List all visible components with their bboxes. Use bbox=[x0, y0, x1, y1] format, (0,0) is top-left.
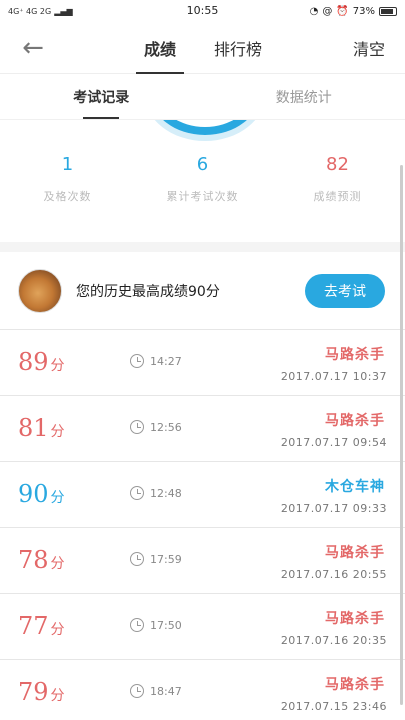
record-score: 78 分 bbox=[18, 546, 65, 574]
record-duration-value: 18:47 bbox=[150, 684, 182, 698]
clear-button[interactable]: 清空 bbox=[353, 22, 385, 74]
clock-icon bbox=[130, 552, 144, 566]
list-item[interactable]: 89 分 14:27 马路杀手 2017.07.17 10:37 bbox=[0, 330, 405, 396]
tab-exam-records[interactable]: 考试记录 bbox=[0, 74, 203, 119]
header-tabs: 成绩 排行榜 bbox=[136, 22, 270, 74]
record-date: 2017.07.16 20:35 bbox=[280, 634, 387, 647]
stat-total-exams-label: 累计考试次数 bbox=[166, 190, 239, 203]
clock-icon bbox=[130, 486, 144, 500]
sub-tabs: 考试记录 数据统计 bbox=[0, 74, 405, 120]
best-score-text: 您的历史最高成绩90分 bbox=[76, 283, 220, 300]
stat-pass-count-value: 1 bbox=[61, 154, 74, 175]
record-date: 2017.07.17 09:33 bbox=[280, 502, 387, 515]
battery-percent: 73% bbox=[352, 5, 375, 17]
section-divider bbox=[0, 242, 405, 252]
score-gauge-arc bbox=[150, 120, 260, 135]
stat-predicted-score-label: 成绩预测 bbox=[313, 190, 362, 203]
record-title: 马路杀手 bbox=[325, 677, 385, 693]
record-title: 马路杀手 bbox=[325, 545, 385, 561]
record-score-unit: 分 bbox=[50, 622, 65, 638]
at-icon: @ bbox=[322, 5, 333, 17]
record-score: 77 分 bbox=[18, 612, 65, 640]
clock-icon bbox=[130, 684, 144, 698]
alarm-icon: ⏰ bbox=[336, 5, 349, 17]
stat-pass-count: 1 及格次数 bbox=[0, 142, 135, 242]
list-item[interactable]: 77 分 17:50 马路杀手 2017.07.16 20:35 bbox=[0, 594, 405, 660]
record-score-value: 81 bbox=[18, 414, 49, 442]
tab-leaderboard[interactable]: 排行榜 bbox=[206, 22, 270, 74]
status-bar: 4G⁺ 4G 2G ▂▄▆ 10:55 ◔ @ ⏰ 73% bbox=[0, 0, 405, 22]
stat-predicted-score-value: 82 bbox=[326, 154, 349, 175]
record-date: 2017.07.17 10:37 bbox=[280, 370, 387, 383]
record-score: 90 分 bbox=[18, 480, 65, 508]
stat-total-exams: 6 累计考试次数 bbox=[135, 142, 270, 242]
record-duration-value: 12:48 bbox=[150, 486, 182, 500]
record-title: 马路杀手 bbox=[325, 413, 385, 429]
signal-icon: ▂▄▆ bbox=[54, 6, 73, 16]
list-item[interactable]: 79 分 18:47 马路杀手 2017.07.15 23:46 bbox=[0, 660, 405, 720]
record-date: 2017.07.17 09:54 bbox=[280, 436, 387, 449]
record-score-unit: 分 bbox=[50, 490, 65, 506]
start-exam-button[interactable]: 去考试 bbox=[305, 274, 385, 308]
record-duration-value: 14:27 bbox=[150, 354, 182, 368]
record-title: 马路杀手 bbox=[325, 611, 385, 627]
record-date: 2017.07.15 23:46 bbox=[280, 700, 387, 713]
record-score-unit: 分 bbox=[50, 424, 65, 440]
exam-record-list: 89 分 14:27 马路杀手 2017.07.17 10:37 81 分 12:5… bbox=[0, 330, 405, 720]
stat-total-exams-value: 6 bbox=[196, 154, 209, 175]
record-score-unit: 分 bbox=[50, 358, 65, 374]
record-score-value: 77 bbox=[18, 612, 49, 640]
clock-icon bbox=[130, 354, 144, 368]
record-score-unit: 分 bbox=[50, 688, 65, 704]
avatar bbox=[18, 268, 62, 313]
back-button[interactable]: ← bbox=[16, 32, 50, 64]
clock-icon bbox=[130, 618, 144, 632]
network-indicators: 4G⁺ 4G 2G ▂▄▆ bbox=[8, 7, 73, 16]
status-icons: ◔ @ ⏰ 73% bbox=[310, 6, 397, 17]
record-duration: 14:27 bbox=[130, 354, 182, 368]
battery-icon bbox=[379, 6, 397, 16]
record-duration: 17:59 bbox=[130, 552, 182, 566]
record-duration: 12:48 bbox=[130, 486, 182, 500]
record-date: 2017.07.16 20:55 bbox=[280, 568, 387, 581]
record-score-value: 79 bbox=[18, 678, 49, 706]
header: ← 成绩 排行榜 清空 bbox=[0, 22, 405, 74]
best-score-row: 您的历史最高成绩90分 去考试 bbox=[0, 252, 405, 330]
tab-scores[interactable]: 成绩 bbox=[136, 22, 185, 74]
stat-predicted-score: 82 成绩预测 bbox=[270, 142, 405, 242]
stat-pass-count-label: 及格次数 bbox=[43, 190, 92, 203]
record-score-value: 78 bbox=[18, 546, 49, 574]
record-duration: 12:56 bbox=[130, 420, 182, 434]
record-score: 79 分 bbox=[18, 678, 65, 706]
stats-panel: 1 及格次数 6 累计考试次数 82 成绩预测 bbox=[0, 142, 405, 242]
arrow-left-icon: ← bbox=[22, 33, 44, 63]
wifi-icon: ◔ bbox=[309, 5, 319, 17]
record-title: 木仓车神 bbox=[325, 479, 385, 495]
list-item[interactable]: 78 分 17:59 马路杀手 2017.07.16 20:55 bbox=[0, 528, 405, 594]
network-text: 4G⁺ 4G 2G bbox=[8, 6, 52, 16]
record-score-unit: 分 bbox=[50, 556, 65, 572]
record-score: 89 分 bbox=[18, 348, 65, 376]
record-score-value: 90 bbox=[18, 480, 49, 508]
record-duration-value: 17:59 bbox=[150, 552, 182, 566]
record-score: 81 分 bbox=[18, 414, 65, 442]
score-gauge bbox=[0, 120, 405, 142]
record-duration: 17:50 bbox=[130, 618, 182, 632]
tab-data-statistics[interactable]: 数据统计 bbox=[203, 74, 405, 119]
clock-icon bbox=[130, 420, 144, 434]
scrollbar[interactable] bbox=[400, 165, 403, 705]
record-score-value: 89 bbox=[18, 348, 49, 376]
list-item[interactable]: 81 分 12:56 马路杀手 2017.07.17 09:54 bbox=[0, 396, 405, 462]
record-duration: 18:47 bbox=[130, 684, 182, 698]
record-duration-value: 17:50 bbox=[150, 618, 182, 632]
record-title: 马路杀手 bbox=[325, 347, 385, 363]
list-item[interactable]: 90 分 12:48 木仓车神 2017.07.17 09:33 bbox=[0, 462, 405, 528]
record-duration-value: 12:56 bbox=[150, 420, 182, 434]
